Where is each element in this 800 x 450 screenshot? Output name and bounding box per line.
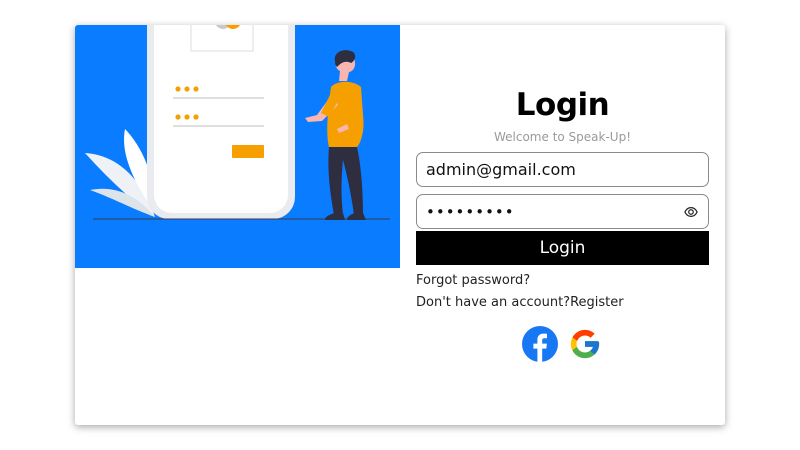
password-input[interactable]	[426, 195, 681, 228]
forgot-password-link[interactable]: Forgot password?	[416, 273, 530, 288]
register-prompt: Don't have an account?Register	[416, 295, 624, 310]
eye-icon[interactable]	[684, 205, 698, 219]
login-card: Login Welcome to Speak-Up! Login Forgot …	[75, 25, 725, 425]
phone-graphic	[147, 25, 295, 219]
social-login	[522, 326, 606, 362]
login-subtitle: Welcome to Speak-Up!	[493, 130, 632, 144]
password-field[interactable]	[416, 194, 709, 229]
login-button[interactable]: Login	[416, 231, 709, 265]
email-field[interactable]	[416, 152, 709, 187]
login-form: Login Welcome to Speak-Up! Login Forgot …	[416, 25, 709, 425]
facebook-icon[interactable]	[522, 326, 558, 362]
login-illustration	[75, 25, 400, 268]
email-input[interactable]	[426, 153, 681, 186]
person-figure	[305, 50, 366, 220]
google-icon[interactable]	[568, 327, 602, 361]
login-title: Login	[515, 87, 610, 123]
register-link[interactable]: Register	[570, 295, 624, 310]
no-account-text: Don't have an account?	[416, 295, 571, 310]
